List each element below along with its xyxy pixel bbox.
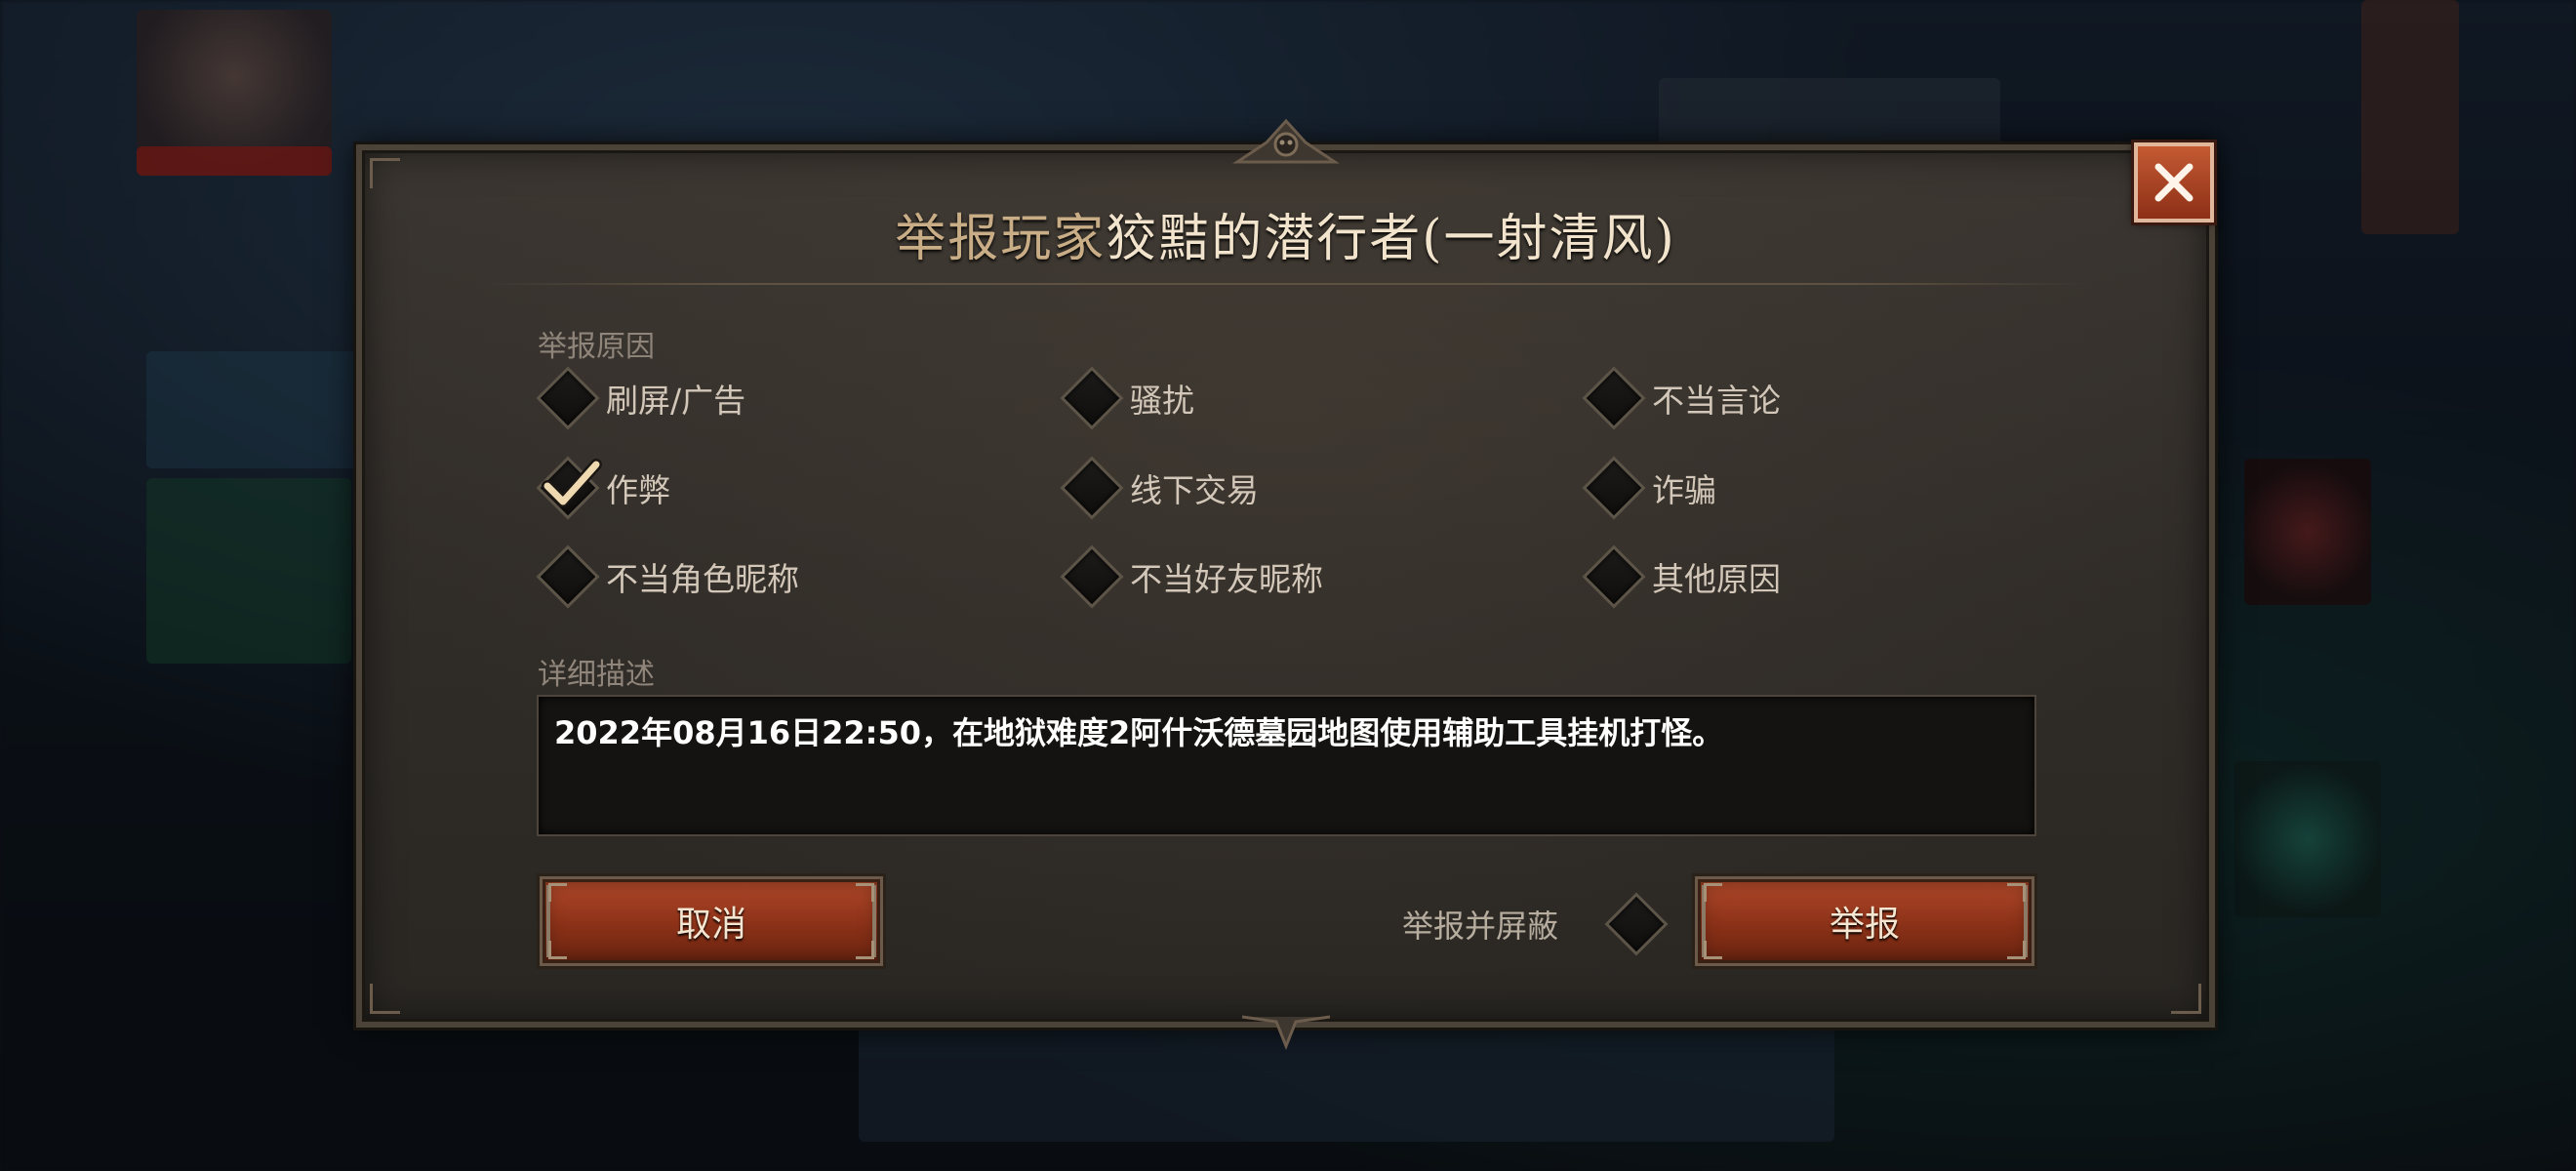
description-textarea[interactable]: 2022年08月16日22:50，在地狱难度2阿什沃德墓园地图使用辅助工具挂机打…	[537, 695, 2036, 836]
report-and-block-checkbox[interactable]	[1600, 892, 1670, 956]
frame-corner	[370, 158, 400, 188]
reported-player-name: 狡黠的潜行者(一射清风)	[1106, 210, 1676, 268]
frame-corner	[2171, 984, 2201, 1014]
checkbox-diamond[interactable]	[1060, 456, 1124, 520]
reason-option-label: 刷屏/广告	[606, 382, 746, 420]
background-health-bar	[137, 146, 332, 176]
reason-option-cheating[interactable]: 作弊	[536, 456, 670, 520]
report-and-block-label: 举报并屏蔽	[1402, 908, 1559, 945]
checkbox-diamond[interactable]	[536, 366, 600, 430]
checkbox-diamond[interactable]	[1582, 545, 1646, 609]
cancel-button-label: 取消	[675, 905, 746, 945]
button-cap	[2002, 883, 2028, 959]
checkbox-diamond[interactable]	[1604, 892, 1669, 956]
reason-option-label: 不当好友昵称	[1130, 560, 1323, 598]
reason-option-label: 不当角色昵称	[606, 560, 799, 598]
close-button[interactable]	[2131, 140, 2217, 225]
checkbox-diamond[interactable]	[1582, 366, 1646, 430]
skull-ornament-icon	[1231, 118, 1340, 164]
close-icon	[2154, 163, 2194, 202]
report-reason-label: 举报原因	[538, 330, 655, 364]
checkbox-diamond[interactable]	[536, 545, 600, 609]
reason-option-label: 作弊	[606, 471, 670, 509]
reason-option-inappropriate-character-name[interactable]: 不当角色昵称	[536, 545, 799, 609]
reason-option-label: 其他原因	[1652, 560, 1781, 598]
checkbox-diamond[interactable]	[1060, 545, 1124, 609]
frame-corner	[370, 984, 400, 1014]
reason-option-fraud[interactable]: 诈骗	[1582, 456, 1716, 520]
checkmark-icon	[542, 459, 602, 507]
reason-option-label: 不当言论	[1652, 382, 1781, 420]
background-chat-panel	[146, 478, 351, 664]
checkbox-diamond[interactable]	[1060, 366, 1124, 430]
reason-option-offline-trade[interactable]: 线下交易	[1060, 456, 1259, 520]
reason-option-label: 诈骗	[1652, 471, 1716, 509]
reason-option-harassment[interactable]: 骚扰	[1060, 366, 1194, 430]
reason-option-other[interactable]: 其他原因	[1582, 545, 1781, 609]
reason-option-spam[interactable]: 刷屏/广告	[536, 366, 746, 430]
button-cap	[546, 883, 572, 959]
checkbox-diamond[interactable]	[1582, 456, 1646, 520]
title-divider	[479, 283, 2092, 285]
title-prefix: 举报玩家	[895, 210, 1107, 268]
background-potion-orb	[2234, 761, 2381, 917]
background-skill-orb	[2244, 459, 2371, 605]
cancel-button[interactable]: 取消	[537, 873, 886, 969]
reason-option-label: 线下交易	[1130, 471, 1259, 509]
button-cap	[1702, 883, 1727, 959]
bottom-ornament-icon	[1241, 1015, 1330, 1051]
reason-option-inappropriate-speech[interactable]: 不当言论	[1582, 366, 1781, 430]
button-cap	[851, 883, 876, 959]
report-button-label: 举报	[1829, 905, 1900, 945]
background-bottom-bar	[859, 1025, 1834, 1142]
report-button[interactable]: 举报	[1692, 873, 2037, 969]
description-label: 详细描述	[538, 658, 655, 692]
reason-option-inappropriate-friend-name[interactable]: 不当好友昵称	[1060, 545, 1323, 609]
reason-option-label: 骚扰	[1130, 382, 1194, 420]
background-left-panel	[146, 351, 361, 468]
dialog-title: 举报玩家狡黠的潜行者(一射清风)	[362, 197, 2209, 270]
background-right-menu	[2361, 0, 2459, 234]
